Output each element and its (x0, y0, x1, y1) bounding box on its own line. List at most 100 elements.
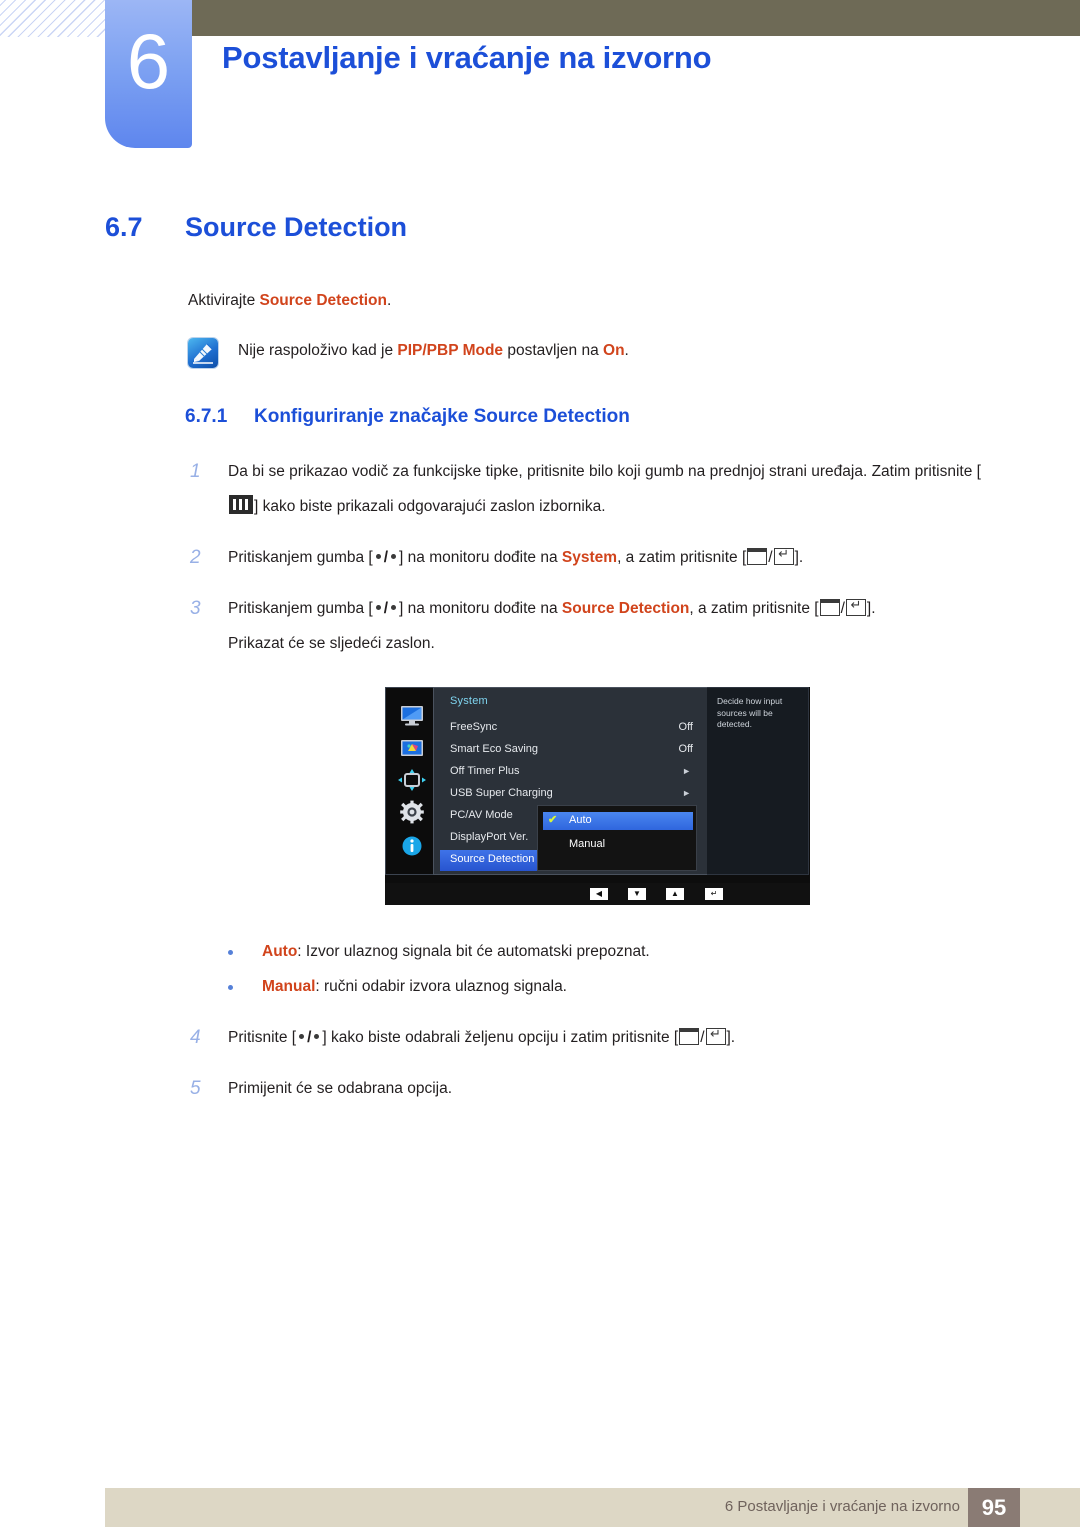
step-text-2: ] na monitoru dođite na (399, 600, 562, 617)
back-key-icon (747, 548, 768, 565)
step-4: 4 Pritisnite [/] kako biste odabrali želj… (0, 1020, 1080, 1055)
chevron-right-icon: ► (682, 766, 691, 776)
dot-button-icon (375, 605, 381, 610)
intro-paragraph: Aktivirajte Source Detection. (0, 286, 1080, 316)
dot-button-icon (375, 554, 381, 559)
note-text-3: . (624, 342, 629, 359)
note-icon (188, 338, 218, 368)
step-text-2: ] na monitoru dođite na (399, 549, 562, 566)
page-footer: 6 Postavljanje i vraćanje na izvorno 95 (105, 1488, 1080, 1527)
note-keyword-1: PIP/PBP Mode (397, 342, 504, 359)
step-text-2: ] kako biste prikazali odgovarajući zasl… (254, 498, 606, 515)
enter-key-icon (773, 545, 794, 565)
osd-row-label: Smart Eco Saving (450, 743, 539, 755)
osd-screenshot: System FreeSync Off Smart Eco Saving Off… (385, 687, 810, 905)
gear-icon[interactable] (397, 800, 427, 824)
osd-button-up-icon[interactable]: ▲ (666, 888, 684, 900)
step-text-1: Primijenit će se odabrana opcija. (228, 1080, 453, 1097)
step-text-4: ]. (726, 1029, 736, 1046)
bullet-keyword: Manual (262, 978, 316, 995)
step-text-1: Pritiskanjem gumba [ (228, 549, 373, 566)
step-1: 1 Da bi se prikazao vodič za funkcijske t… (0, 454, 1080, 524)
osd-submenu-item-auto[interactable]: ✔ Auto (543, 812, 693, 830)
steps-list-continued: 4 Pritisnite [/] kako biste odabrali želj… (0, 1020, 1080, 1106)
osd-row-label: PC/AV Mode (450, 809, 513, 821)
bullet-text: : Izvor ulaznog signala bit će automatsk… (297, 943, 650, 960)
osd-row-freesync[interactable]: FreeSync Off (434, 718, 707, 739)
osd-row-usb-super-charging[interactable]: USB Super Charging ► (434, 784, 707, 805)
step-text-1: Pritiskanjem gumba [ (228, 600, 373, 617)
subsection-number: 6.7.1 (185, 406, 228, 427)
check-icon: ✔ (548, 814, 558, 826)
step-3: 3 Pritiskanjem gumba [/] na monitoru dođi… (0, 591, 1080, 626)
osd-submenu-label: Auto (569, 814, 592, 826)
section-number: 6.7 (105, 212, 143, 242)
step-3-subline: Prikazat će se sljedeći zaslon. (228, 635, 435, 652)
step-text-1: Da bi se prikazao vodič za funkcijske ti… (228, 463, 981, 480)
step-number: 5 (190, 1078, 201, 1099)
osd-icon-sidebar (385, 687, 437, 875)
footer-text: 6 Postavljanje i vraćanje na izvorno (724, 1498, 960, 1515)
back-key-icon (679, 1028, 700, 1045)
step-keyword: Source Detection (561, 600, 690, 617)
dot-button-icon (299, 1034, 305, 1039)
intro-text-prefix: Aktivirajte (188, 292, 260, 309)
chapter-tab: 6 (105, 0, 192, 148)
menu-key-icon (229, 495, 253, 514)
picture-icon[interactable] (397, 736, 427, 760)
osd-panel-title: System (450, 695, 488, 707)
options-bullet-list: Auto: Izvor ulaznog signala bit će autom… (0, 934, 1080, 1004)
bullet-auto: Auto: Izvor ulaznog signala bit će autom… (0, 934, 1080, 969)
back-key-icon (819, 599, 840, 616)
page-content: 6.7 Source Detection Aktivirajte Source … (0, 170, 1080, 1106)
step-number: 4 (190, 1027, 201, 1048)
osd-row-label: USB Super Charging (450, 787, 553, 799)
osd-row-label: FreeSync (450, 721, 498, 733)
osd-row-off-timer-plus[interactable]: Off Timer Plus ► (434, 762, 707, 783)
information-icon[interactable] (397, 834, 427, 858)
osd-button-enter-icon[interactable]: ↵ (705, 888, 723, 900)
bullet-text: : ručni odabir izvora ulaznog signala. (315, 978, 567, 995)
osd-row-smart-eco-saving[interactable]: Smart Eco Saving Off (434, 740, 707, 761)
enter-key-icon (705, 1025, 726, 1045)
osd-row-label: DisplayPort Ver. (450, 831, 529, 843)
subsection-heading: 6.7.1 Konfiguriranje značajke Source Det… (0, 406, 1080, 438)
chapter-number: 6 (126, 17, 171, 105)
osd-row-label: Source Detection (450, 853, 535, 865)
bullet-manual: Manual: ručni odabir izvora ulaznog sign… (0, 969, 1080, 1004)
step-keyword: System (561, 549, 618, 566)
osd-button-down-icon[interactable]: ▼ (628, 888, 646, 900)
osd-row-value: Off (678, 743, 693, 755)
intro-text-suffix: . (386, 292, 392, 309)
osd-button-bar: ◀ ▼ ▲ ↵ (385, 883, 810, 905)
bullet-dot-icon (228, 950, 233, 955)
header-olive-bar (192, 0, 1080, 36)
decorative-hatch-pattern (0, 0, 108, 37)
monitor-icon[interactable] (397, 704, 427, 728)
note-text-1: Nije raspoloživo kad je (238, 342, 398, 359)
dot-button-icon (391, 554, 397, 559)
step-text-4: ]. (794, 549, 804, 566)
step-text-3: , a zatim pritisnite [ (617, 549, 747, 566)
section-heading: 6.7 Source Detection (0, 212, 1080, 256)
step-text-4: ]. (866, 600, 876, 617)
chevron-right-icon: ► (682, 788, 691, 798)
page-header: 6 Postavljanje i vraćanje na izvorno (0, 0, 1080, 170)
osd-submenu-item-manual[interactable]: Manual (543, 836, 693, 854)
enter-key-icon (845, 596, 866, 616)
onscreen-display-icon[interactable] (397, 768, 427, 792)
step-number: 1 (190, 461, 201, 482)
note-block: Nije raspoloživo kad je PIP/PBP Mode pos… (0, 338, 1080, 372)
step-text-3: , a zatim pritisnite [ (689, 600, 819, 617)
step-text-1: Pritisnite [ (228, 1029, 297, 1046)
osd-button-left-icon[interactable]: ◀ (590, 888, 608, 900)
intro-keyword: Source Detection (259, 292, 387, 309)
chapter-title: Postavljanje i vraćanje na izvorno (222, 40, 712, 75)
step-number: 3 (190, 598, 201, 619)
step-text-2: ] kako biste odabrali željenu opciju i z… (322, 1029, 679, 1046)
osd-row-value: Off (678, 721, 693, 733)
dot-button-icon (314, 1034, 320, 1039)
page-number-badge: 95 (968, 1488, 1020, 1527)
bullet-keyword: Auto (262, 943, 298, 960)
subsection-title: Konfiguriranje značajke Source Detection (254, 406, 630, 427)
